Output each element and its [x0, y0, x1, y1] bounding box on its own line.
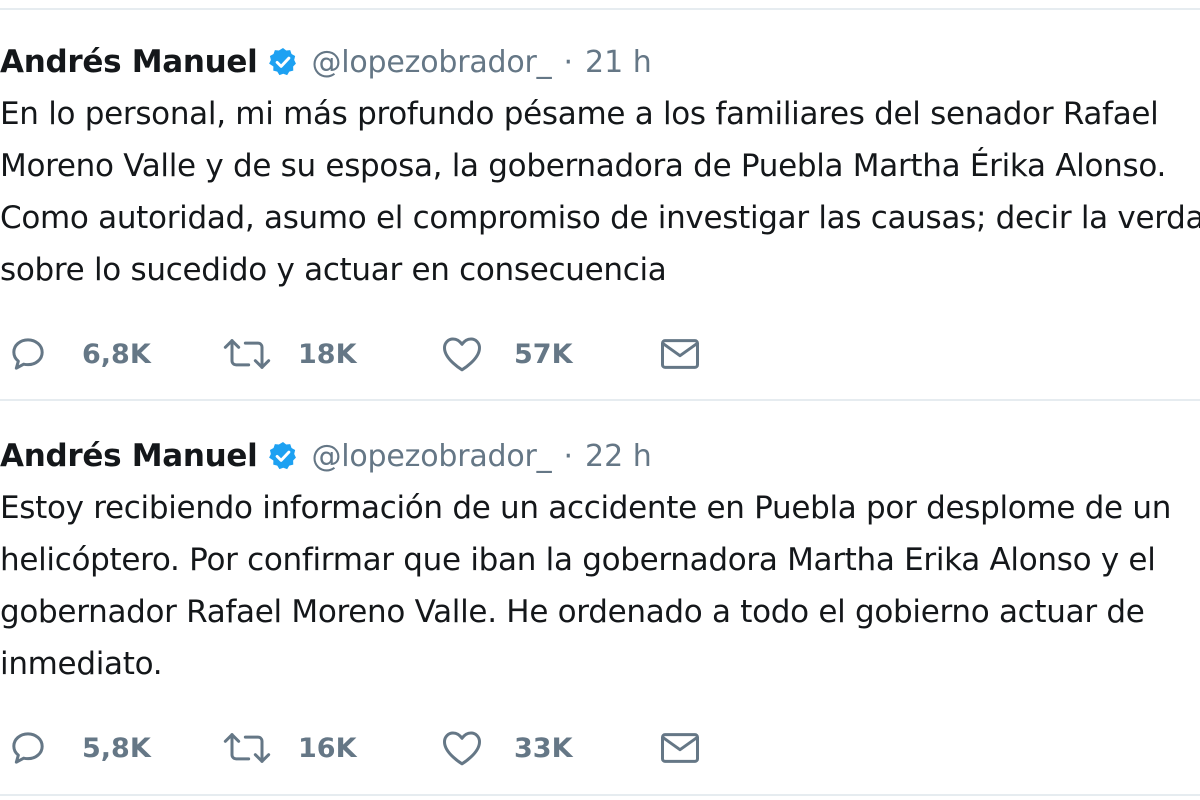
retweet-arrows-icon	[222, 334, 272, 374]
reply-count: 6,8K	[82, 338, 151, 370]
tweet-text-line: Como autoridad, asumo el compromiso de i…	[0, 200, 1200, 236]
tweet-text-line: Estoy recibiendo información de un accid…	[0, 490, 1172, 526]
like-button[interactable]: 33K	[440, 723, 573, 773]
tweet-text-line: inmediato.	[0, 646, 163, 682]
verified-badge-icon	[267, 440, 299, 472]
author-handle[interactable]: @lopezobrador_	[311, 45, 551, 80]
envelope-icon	[658, 334, 702, 374]
heart-icon	[440, 728, 484, 768]
direct-message-button[interactable]	[658, 329, 702, 379]
like-count: 57K	[514, 338, 573, 370]
retweet-count: 18K	[298, 338, 357, 370]
reply-count: 5,8K	[82, 732, 151, 764]
tweet-actions: 6,8K 18K 57K	[0, 329, 1200, 379]
tweet-text-line: helicóptero. Por confirmar que iban la g…	[0, 542, 1156, 578]
separator-dot: ·	[563, 44, 573, 80]
top-divider	[0, 8, 1200, 10]
verified-badge-icon	[267, 46, 299, 78]
tweet-header: Andrés Manuel @lopezobrador_ · 22 h	[0, 434, 652, 478]
speech-bubble-icon	[8, 334, 48, 374]
heart-icon	[440, 334, 484, 374]
retweet-arrows-icon	[222, 728, 272, 768]
tweet-text-line: gobernador Rafael Moreno Valle. He orden…	[0, 594, 1145, 630]
tweet-text-line: En lo personal, mi más profundo pésame a…	[0, 96, 1159, 132]
timestamp[interactable]: 22 h	[585, 439, 652, 474]
direct-message-button[interactable]	[658, 723, 702, 773]
tweet-text: Estoy recibiendo información de un accid…	[0, 482, 1200, 690]
retweet-button[interactable]: 18K	[222, 329, 357, 379]
author-handle[interactable]: @lopezobrador_	[311, 439, 551, 474]
tweet-feed: Andrés Manuel @lopezobrador_ · 21 h En l…	[0, 0, 1200, 800]
tweet-actions: 5,8K 16K 33K	[0, 723, 1200, 773]
retweet-count: 16K	[298, 732, 357, 764]
separator-dot: ·	[563, 438, 573, 474]
like-button[interactable]: 57K	[440, 329, 573, 379]
tweet-header: Andrés Manuel @lopezobrador_ · 21 h	[0, 40, 652, 84]
tweet-text-line: Moreno Valle y de su esposa, la gobernad…	[0, 148, 1167, 184]
like-count: 33K	[514, 732, 573, 764]
tweet-divider	[0, 399, 1200, 401]
retweet-button[interactable]: 16K	[222, 723, 357, 773]
speech-bubble-icon	[8, 728, 48, 768]
tweet-text: En lo personal, mi más profundo pésame a…	[0, 88, 1200, 296]
reply-button[interactable]: 5,8K	[8, 723, 151, 773]
envelope-icon	[658, 728, 702, 768]
tweet-text-line: sobre lo sucedido y actuar en consecuenc…	[0, 252, 667, 288]
author-name[interactable]: Andrés Manuel	[0, 44, 258, 80]
author-name[interactable]: Andrés Manuel	[0, 438, 258, 474]
reply-button[interactable]: 6,8K	[8, 329, 151, 379]
timestamp[interactable]: 21 h	[585, 45, 652, 80]
bottom-divider	[0, 794, 1200, 796]
